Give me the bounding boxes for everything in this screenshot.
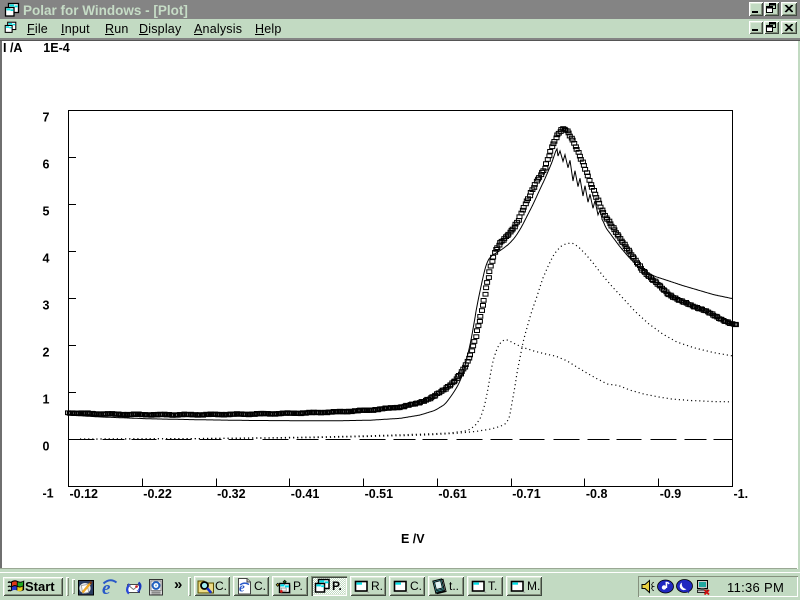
svg-text:-0.51: -0.51: [365, 487, 394, 501]
svg-text:-0.61: -0.61: [438, 487, 467, 501]
svg-text:I /A 1E-4: I /A 1E-4: [3, 41, 70, 55]
svg-text:-0.41: -0.41: [291, 487, 320, 501]
svg-text:7: 7: [43, 111, 50, 125]
svg-text:E /V: E /V: [401, 532, 425, 546]
svg-text:-0.32: -0.32: [217, 487, 246, 501]
svg-text:-1.: -1.: [734, 487, 749, 501]
svg-text:0: 0: [43, 440, 50, 454]
svg-text:-0.12: -0.12: [70, 487, 99, 501]
svg-text:2: 2: [43, 346, 50, 360]
svg-text:3: 3: [43, 299, 50, 313]
svg-text:e: e: [239, 580, 245, 595]
svg-text:4: 4: [43, 252, 50, 266]
svg-text:-0.71: -0.71: [512, 487, 541, 501]
svg-text:1: 1: [43, 393, 50, 407]
svg-text:-1: -1: [43, 487, 54, 501]
svg-text:-0.22: -0.22: [143, 487, 172, 501]
svg-text:6: 6: [43, 158, 50, 172]
svg-text:-0.9: -0.9: [660, 487, 682, 501]
svg-text:-0.8: -0.8: [586, 487, 608, 501]
svg-text:5: 5: [43, 205, 50, 219]
